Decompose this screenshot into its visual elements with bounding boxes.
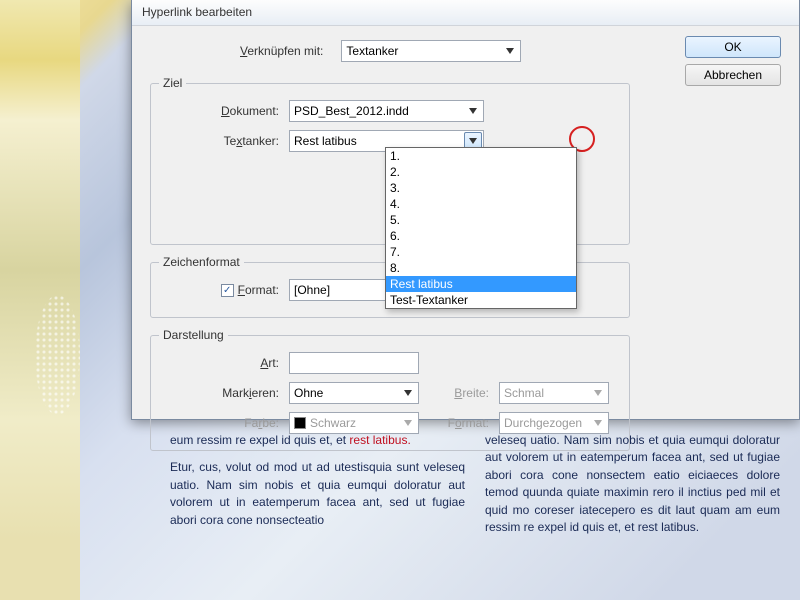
format2-combo: Durchgezogen <box>499 412 609 434</box>
dropdown-option[interactable]: 4. <box>386 196 576 212</box>
art-combo[interactable] <box>289 352 419 374</box>
chevron-down-icon <box>502 43 518 59</box>
dropdown-option[interactable]: Test-Textanker <box>386 292 576 308</box>
dropdown-option[interactable]: 1. <box>386 148 576 164</box>
dropdown-option[interactable]: 6. <box>386 228 576 244</box>
farbe-label: Farbe: <box>159 416 289 430</box>
dropdown-option-selected[interactable]: Rest latibus <box>386 276 576 292</box>
dropdown-option[interactable]: 2. <box>386 164 576 180</box>
markieren-label: Markieren: <box>159 386 289 400</box>
link-with-label: Verknüpfen mit: <box>240 44 333 58</box>
sparkle-decor <box>35 295 80 415</box>
chevron-down-icon <box>400 415 416 431</box>
dokument-value: PSD_Best_2012.indd <box>294 104 409 118</box>
textanker-value: Rest latibus <box>294 134 357 148</box>
background-accent <box>0 0 80 600</box>
darstellung-legend: Darstellung <box>159 328 228 342</box>
dokument-label: Dokument: <box>159 104 289 118</box>
art-label: Art: <box>159 356 289 370</box>
textanker-dropdown-list[interactable]: 1. 2. 3. 4. 5. 6. 7. 8. Rest latibus Tes… <box>385 147 577 309</box>
markieren-value: Ohne <box>294 386 323 400</box>
breite-label: Breite: <box>419 386 499 400</box>
edit-hyperlink-dialog: Hyperlink bearbeiten OK Abbrechen Verknü… <box>131 0 800 420</box>
breite-combo: Schmal <box>499 382 609 404</box>
darstellung-group: Darstellung Art: Markieren: Ohne Breite:… <box>150 328 630 451</box>
chevron-down-icon <box>465 103 481 119</box>
textanker-label: Textanker: <box>159 134 289 148</box>
farbe-value: Schwarz <box>310 416 356 430</box>
dropdown-option[interactable]: 8. <box>386 260 576 276</box>
breite-value: Schmal <box>504 386 544 400</box>
format-label-wrap: ✓ Format: <box>159 283 289 297</box>
dropdown-option[interactable]: 5. <box>386 212 576 228</box>
format-checkbox[interactable]: ✓ <box>221 284 234 297</box>
dialog-title: Hyperlink bearbeiten <box>132 0 799 26</box>
chevron-down-icon <box>590 415 606 431</box>
dropdown-option[interactable]: 7. <box>386 244 576 260</box>
zeichenformat-legend: Zeichenformat <box>159 255 244 269</box>
color-swatch <box>294 417 306 429</box>
link-with-value: Textanker <box>346 44 398 58</box>
dokument-combo[interactable]: PSD_Best_2012.indd <box>289 100 484 122</box>
dropdown-option[interactable]: 3. <box>386 180 576 196</box>
link-with-combo[interactable]: Textanker <box>341 40 521 62</box>
ziel-legend: Ziel <box>159 76 186 90</box>
format2-value: Durchgezogen <box>504 416 582 430</box>
markieren-combo[interactable]: Ohne <box>289 382 419 404</box>
format-label: Format: <box>238 283 279 297</box>
format2-label: Format: <box>419 416 499 430</box>
char-format-value: [Ohne] <box>294 283 330 297</box>
farbe-combo: Schwarz <box>289 412 419 434</box>
chevron-down-icon <box>400 385 416 401</box>
chevron-down-icon <box>590 385 606 401</box>
